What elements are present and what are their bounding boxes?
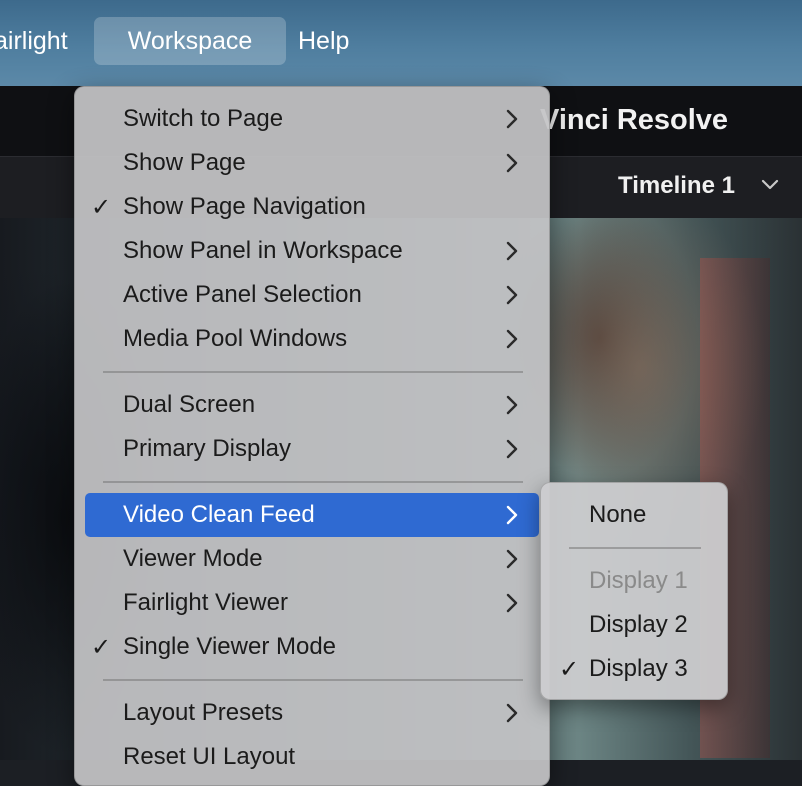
- timeline-selector[interactable]: Timeline 1: [618, 172, 735, 200]
- chevron-right-icon: [506, 109, 518, 129]
- chevron-right-icon: [506, 329, 518, 349]
- menu-item-viewer-mode[interactable]: Viewer Mode: [85, 537, 539, 581]
- submenu-item-label: None: [589, 501, 647, 528]
- chevron-right-icon: [506, 153, 518, 173]
- menu-item-switch-to-page[interactable]: Switch to Page: [85, 97, 539, 141]
- workspace-menu: Switch to Page Show Page ✓ Show Page Nav…: [74, 86, 550, 786]
- menubar-item-fairlight[interactable]: airlight: [0, 17, 68, 65]
- menu-item-label: Show Page Navigation: [123, 193, 366, 220]
- menu-item-label: Reset UI Layout: [123, 743, 296, 770]
- menu-item-label: Media Pool Windows: [123, 325, 348, 352]
- chevron-right-icon: [506, 395, 518, 415]
- menu-item-label: Video Clean Feed: [123, 501, 315, 528]
- menubar-item-help[interactable]: Help: [298, 17, 349, 65]
- chevron-right-icon: [506, 593, 518, 613]
- menubar-item-workspace[interactable]: Workspace: [94, 17, 286, 65]
- menu-item-label: Show Panel in Workspace: [123, 237, 403, 264]
- menu-item-show-panel-in-workspace[interactable]: Show Panel in Workspace: [85, 229, 539, 273]
- submenu-separator: [569, 547, 701, 549]
- menu-item-show-page[interactable]: Show Page: [85, 141, 539, 185]
- submenu-item-display-1: Display 1: [549, 559, 719, 603]
- submenu-item-display-3[interactable]: ✓ Display 3: [549, 647, 719, 691]
- chevron-right-icon: [506, 439, 518, 459]
- menu-item-label: Dual Screen: [123, 391, 256, 418]
- chevron-right-icon: [506, 241, 518, 261]
- checkmark-icon: ✓: [91, 194, 112, 221]
- checkmark-icon: ✓: [91, 634, 112, 661]
- menu-separator: [103, 371, 523, 373]
- submenu-item-label: Display 1: [589, 567, 688, 594]
- menu-item-label: Switch to Page: [123, 105, 284, 132]
- chevron-right-icon: [506, 549, 518, 569]
- video-clean-feed-submenu: None Display 1 Display 2 ✓ Display 3: [540, 482, 728, 700]
- submenu-item-label: Display 3: [589, 655, 688, 682]
- menu-item-label: Active Panel Selection: [123, 281, 362, 308]
- menu-separator: [103, 679, 523, 681]
- menu-item-reset-ui-layout[interactable]: Reset UI Layout: [85, 735, 539, 779]
- menu-item-label: Fairlight Viewer: [123, 589, 288, 616]
- menu-item-dual-screen[interactable]: Dual Screen: [85, 383, 539, 427]
- menu-item-video-clean-feed[interactable]: Video Clean Feed: [85, 493, 539, 537]
- menu-item-show-page-navigation[interactable]: ✓ Show Page Navigation: [85, 185, 539, 229]
- submenu-item-none[interactable]: None: [549, 493, 719, 537]
- menu-item-label: Single Viewer Mode: [123, 633, 337, 660]
- submenu-item-display-2[interactable]: Display 2: [549, 603, 719, 647]
- checkmark-icon: ✓: [559, 656, 580, 683]
- chevron-right-icon: [506, 703, 518, 723]
- menu-separator: [103, 481, 523, 483]
- submenu-item-label: Display 2: [589, 611, 688, 638]
- menu-item-label: Primary Display: [123, 435, 292, 462]
- menu-item-active-panel-selection[interactable]: Active Panel Selection: [85, 273, 539, 317]
- menu-item-label: Layout Presets: [123, 699, 284, 726]
- window-title: Vinci Resolve: [540, 104, 729, 136]
- chevron-right-icon: [506, 505, 518, 525]
- menu-item-single-viewer-mode[interactable]: ✓ Single Viewer Mode: [85, 625, 539, 669]
- menu-item-layout-presets[interactable]: Layout Presets: [85, 691, 539, 735]
- menu-item-primary-display[interactable]: Primary Display: [85, 427, 539, 471]
- chevron-down-icon[interactable]: [760, 172, 780, 196]
- menu-item-label: Viewer Mode: [123, 545, 263, 572]
- chevron-right-icon: [506, 285, 518, 305]
- menu-item-fairlight-viewer[interactable]: Fairlight Viewer: [85, 581, 539, 625]
- menu-item-label: Show Page: [123, 149, 246, 176]
- menu-bar: airlight Workspace Help: [0, 0, 802, 86]
- menu-item-media-pool-windows[interactable]: Media Pool Windows: [85, 317, 539, 361]
